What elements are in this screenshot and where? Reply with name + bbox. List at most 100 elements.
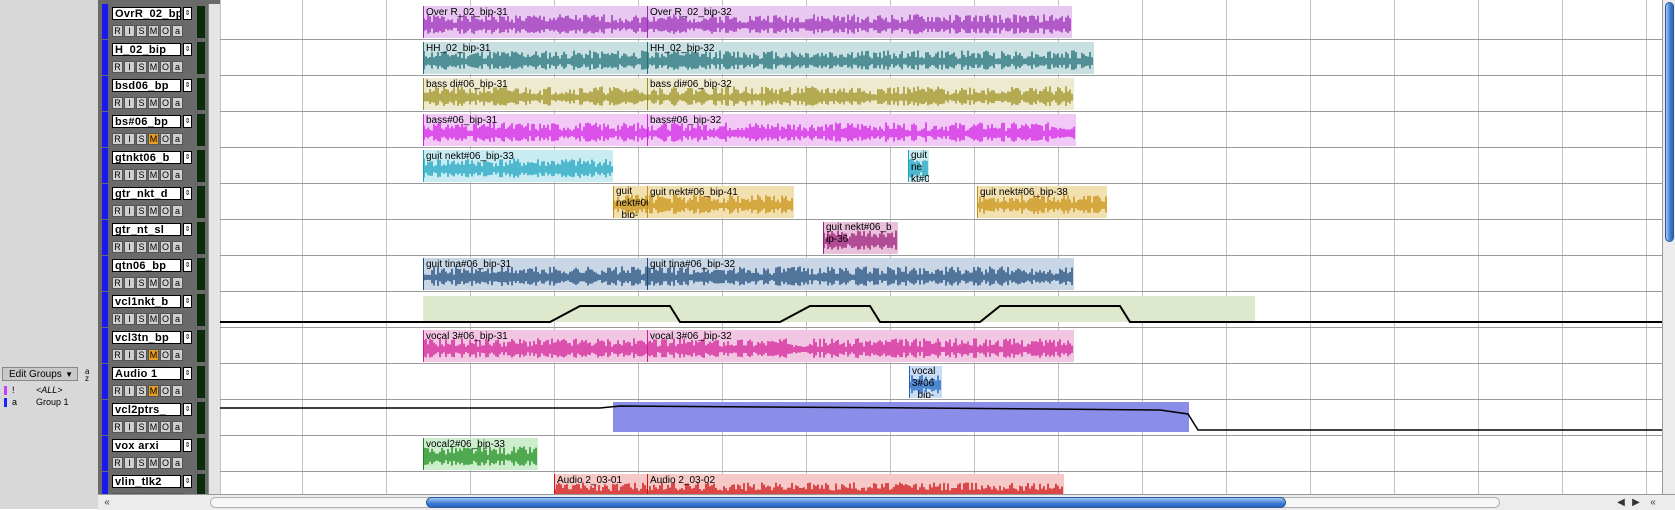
track-name[interactable]: H_02_bip xyxy=(112,43,181,56)
track-popup-arrow-icon[interactable]: ⇕ xyxy=(183,115,192,128)
vertical-scroll-thumb[interactable] xyxy=(1665,2,1674,242)
track-button-m[interactable]: M xyxy=(148,313,159,325)
track-button-s[interactable]: S xyxy=(136,169,147,181)
horizontal-scroll-thumb[interactable] xyxy=(426,497,1286,508)
track-button-i[interactable]: I xyxy=(124,133,135,145)
track-button-a[interactable]: a xyxy=(172,349,183,361)
edit-groups-menu[interactable]: Edit Groups ▼ xyxy=(2,367,78,381)
track-popup-arrow-icon[interactable]: ⇕ xyxy=(183,295,192,308)
track-name[interactable]: qtn06_bp xyxy=(112,259,181,272)
track-select-bar[interactable] xyxy=(102,184,108,219)
track-button-i[interactable]: I xyxy=(124,421,135,433)
track-button-m[interactable]: M xyxy=(148,61,159,73)
scroll-prev-button[interactable]: ◀ xyxy=(1614,496,1628,509)
track-button-o[interactable]: O xyxy=(160,133,171,145)
track-button-o[interactable]: O xyxy=(160,421,171,433)
track-button-m[interactable]: M xyxy=(148,421,159,433)
track-name[interactable]: bsd06_bp xyxy=(112,79,181,92)
track-popup-arrow-icon[interactable]: ⇕ xyxy=(183,151,192,164)
track-button-m[interactable]: M xyxy=(148,457,159,469)
track-select-bar[interactable] xyxy=(102,112,108,147)
track-button-i[interactable]: I xyxy=(124,205,135,217)
track-popup-arrow-icon[interactable]: ⇕ xyxy=(183,43,192,56)
track-popup-arrow-icon[interactable]: ⇕ xyxy=(183,259,192,272)
track-select-bar[interactable] xyxy=(102,148,108,183)
track-button-m[interactable]: M xyxy=(148,205,159,217)
edit-group-row-all[interactable]: ! <ALL> xyxy=(2,385,92,396)
track-button-i[interactable]: I xyxy=(124,313,135,325)
track-button-s[interactable]: S xyxy=(136,61,147,73)
track-button-o[interactable]: O xyxy=(160,457,171,469)
track-select-bar[interactable] xyxy=(102,40,108,75)
track-button-s[interactable]: S xyxy=(136,277,147,289)
track-button-m[interactable]: M xyxy=(148,25,159,37)
track-button-r[interactable]: R xyxy=(112,385,123,397)
track-select-bar[interactable] xyxy=(102,328,108,363)
track-select-bar[interactable] xyxy=(102,256,108,291)
track-button-a[interactable]: a xyxy=(172,169,183,181)
track-button-s[interactable]: S xyxy=(136,97,147,109)
track-name[interactable]: OvrR_02_bp xyxy=(112,7,181,20)
track-button-m[interactable]: M xyxy=(148,385,159,397)
track-button-o[interactable]: O xyxy=(160,205,171,217)
track-button-a[interactable]: a xyxy=(172,61,183,73)
track-button-r[interactable]: R xyxy=(112,277,123,289)
track-name[interactable]: vlin_tlk2 xyxy=(112,475,181,488)
track-button-i[interactable]: I xyxy=(124,25,135,37)
track-name[interactable]: bs#06_bp xyxy=(112,115,181,128)
scroll-left-button[interactable]: « xyxy=(100,496,114,509)
track-select-bar[interactable] xyxy=(102,436,108,471)
track-button-a[interactable]: a xyxy=(172,421,183,433)
track-name[interactable]: vcl1nkt_b xyxy=(112,295,181,308)
track-button-s[interactable]: S xyxy=(136,313,147,325)
track-name[interactable]: vcl2ptrs_ xyxy=(112,403,181,416)
track-button-o[interactable]: O xyxy=(160,61,171,73)
track-popup-arrow-icon[interactable]: ⇕ xyxy=(183,403,192,416)
track-button-a[interactable]: a xyxy=(172,385,183,397)
track-button-i[interactable]: I xyxy=(124,457,135,469)
track-button-r[interactable]: R xyxy=(112,313,123,325)
track-button-i[interactable]: I xyxy=(124,349,135,361)
track-button-r[interactable]: R xyxy=(112,457,123,469)
audio-region[interactable]: vocal 3#06 _bip-34 xyxy=(909,366,942,398)
track-button-s[interactable]: S xyxy=(136,457,147,469)
track-button-r[interactable]: R xyxy=(112,205,123,217)
track-button-o[interactable]: O xyxy=(160,97,171,109)
track-button-m[interactable]: M xyxy=(148,133,159,145)
track-name[interactable]: Audio 1 xyxy=(112,367,181,380)
track-select-bar[interactable] xyxy=(102,292,108,327)
track-button-s[interactable]: S xyxy=(136,205,147,217)
track-button-i[interactable]: I xyxy=(124,61,135,73)
track-button-a[interactable]: a xyxy=(172,25,183,37)
track-button-r[interactable]: R xyxy=(112,349,123,361)
track-button-m[interactable]: M xyxy=(148,241,159,253)
track-button-r[interactable]: R xyxy=(112,421,123,433)
scroll-end-button[interactable]: « xyxy=(1646,496,1660,509)
track-name[interactable]: vox arxi xyxy=(112,439,181,452)
audio-region[interactable]: guit nekt#06 _bip-40 xyxy=(613,186,648,218)
track-button-r[interactable]: R xyxy=(112,133,123,145)
track-popup-arrow-icon[interactable]: ⇕ xyxy=(183,475,192,488)
track-button-m[interactable]: M xyxy=(148,277,159,289)
track-button-i[interactable]: I xyxy=(124,241,135,253)
track-select-bar[interactable] xyxy=(102,400,108,435)
track-name[interactable]: vcl3tn_bp xyxy=(112,331,181,344)
track-button-m[interactable]: M xyxy=(148,97,159,109)
track-button-o[interactable]: O xyxy=(160,349,171,361)
track-button-m[interactable]: M xyxy=(148,349,159,361)
track-button-r[interactable]: R xyxy=(112,25,123,37)
track-button-a[interactable]: a xyxy=(172,277,183,289)
track-button-o[interactable]: O xyxy=(160,385,171,397)
track-button-i[interactable]: I xyxy=(124,277,135,289)
track-button-m[interactable]: M xyxy=(148,169,159,181)
track-button-r[interactable]: R xyxy=(112,169,123,181)
track-button-a[interactable]: a xyxy=(172,97,183,109)
track-popup-arrow-icon[interactable]: ⇕ xyxy=(183,367,192,380)
track-popup-arrow-icon[interactable]: ⇕ xyxy=(183,7,192,20)
track-button-s[interactable]: S xyxy=(136,385,147,397)
track-select-bar[interactable] xyxy=(102,364,108,399)
track-button-a[interactable]: a xyxy=(172,133,183,145)
track-button-a[interactable]: a xyxy=(172,205,183,217)
track-button-i[interactable]: I xyxy=(124,385,135,397)
scroll-next-button[interactable]: ▶ xyxy=(1629,496,1643,509)
